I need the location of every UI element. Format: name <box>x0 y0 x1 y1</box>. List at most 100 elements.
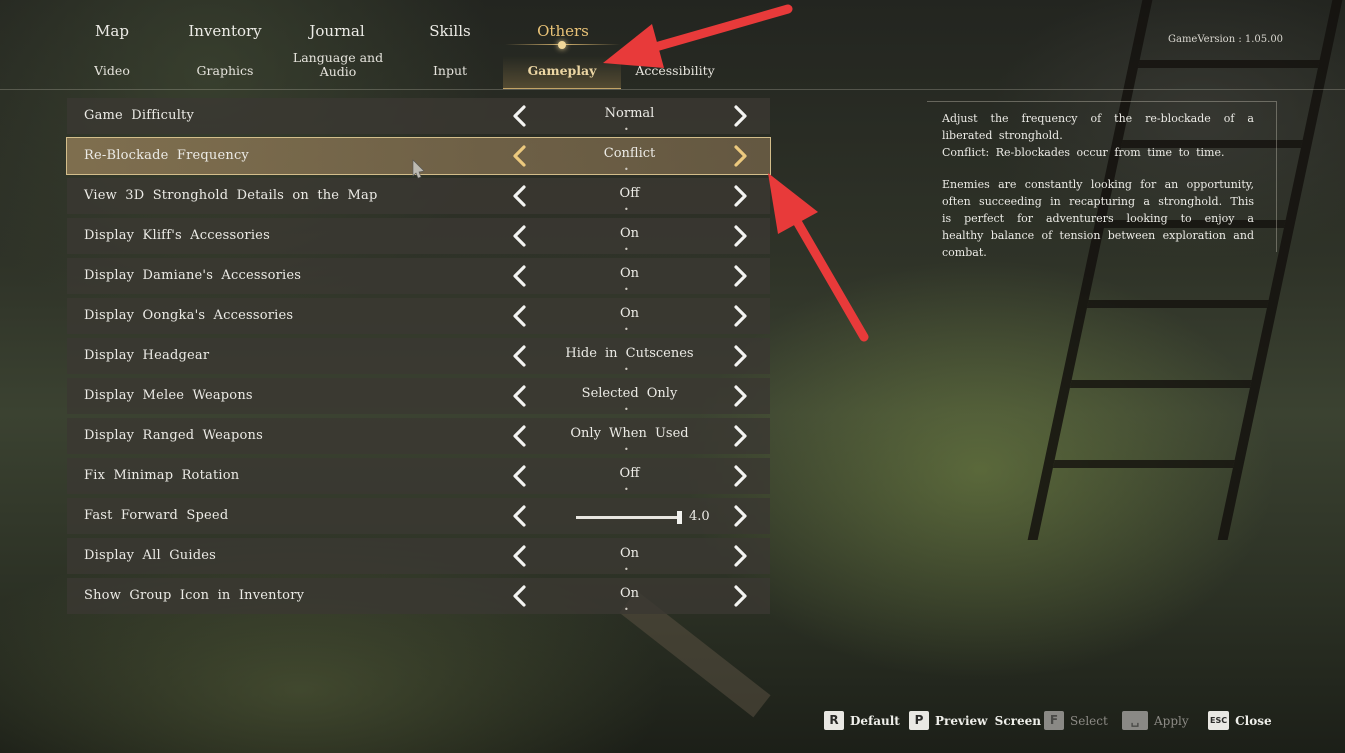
chevron-right-icon[interactable] <box>727 463 753 489</box>
setting-row[interactable]: Display Kliff's Accessories On • <box>67 218 770 254</box>
tab-map[interactable]: Map <box>57 22 167 40</box>
slider-value: 4.0 <box>689 509 710 524</box>
setting-label: Display Melee Weapons <box>84 388 253 403</box>
description-text: Adjust the frequency of the re-blockade … <box>942 111 1254 261</box>
chevron-left-icon[interactable] <box>507 583 533 609</box>
chevron-left-icon[interactable] <box>507 463 533 489</box>
game-version: GameVersion : 1.05.00 <box>1168 34 1284 45</box>
tab-journal[interactable]: Journal <box>282 22 392 40</box>
setting-value: On <box>619 306 640 321</box>
setting-value: Off <box>619 186 640 201</box>
subtab-language-audio[interactable]: Language and Audio <box>283 51 393 79</box>
setting-row[interactable]: Display Damiane's Accessories On • <box>67 258 770 294</box>
top-navigation: Map Inventory Journal Skills Others Vide… <box>0 0 1345 90</box>
tab-inventory[interactable]: Inventory <box>170 22 280 40</box>
setting-row[interactable]: View 3D Stronghold Details on the Map Off… <box>67 178 770 214</box>
subtab-input[interactable]: Input <box>395 64 505 78</box>
chevron-left-icon[interactable] <box>507 423 533 449</box>
setting-row[interactable]: Display Ranged Weapons Only When Used • <box>67 418 770 454</box>
preview-screen-hint[interactable]: P Preview Screen <box>909 711 1041 730</box>
option-indicator: • <box>624 405 630 414</box>
setting-label: Game Difficulty <box>84 108 195 123</box>
nav-divider <box>0 89 1345 90</box>
fast-forward-slider[interactable] <box>576 511 682 524</box>
description-detail: Enemies are constantly looking for an op… <box>942 178 1254 259</box>
chevron-right-icon[interactable] <box>727 303 753 329</box>
select-label: Select <box>1070 713 1108 728</box>
subtab-gameplay[interactable]: Gameplay <box>507 64 617 78</box>
select-hint[interactable]: F Select <box>1044 711 1108 730</box>
chevron-left-icon[interactable] <box>507 303 533 329</box>
setting-row[interactable]: Display All Guides On • <box>67 538 770 574</box>
setting-row[interactable]: Show Group Icon in Inventory On • <box>67 578 770 614</box>
option-indicator: • <box>624 365 630 374</box>
setting-label: Display Oongka's Accessories <box>84 308 294 323</box>
chevron-right-icon[interactable] <box>727 543 753 569</box>
chevron-left-icon[interactable] <box>507 183 533 209</box>
default-label: Default <box>850 713 900 728</box>
key-p: P <box>909 711 929 730</box>
setting-value: Conflict <box>603 146 656 161</box>
option-indicator: • <box>624 485 630 494</box>
setting-label: Display Damiane's Accessories <box>84 268 302 283</box>
setting-row[interactable]: Display Oongka's Accessories On • <box>67 298 770 334</box>
setting-row[interactable]: Display Headgear Hide in Cutscenes • <box>67 338 770 374</box>
default-hint[interactable]: R Default <box>824 711 900 730</box>
setting-label: Show Group Icon in Inventory <box>84 588 305 603</box>
chevron-right-icon[interactable] <box>727 343 753 369</box>
option-indicator: • <box>624 165 630 174</box>
apply-hint[interactable]: ␣ Apply <box>1122 711 1189 730</box>
chevron-right-icon[interactable] <box>727 143 753 169</box>
chevron-right-icon[interactable] <box>727 423 753 449</box>
chevron-left-icon[interactable] <box>507 143 533 169</box>
setting-value: Normal <box>604 106 655 121</box>
option-indicator: • <box>624 605 630 614</box>
setting-value: Selected Only <box>581 386 678 401</box>
chevron-left-icon[interactable] <box>507 383 533 409</box>
chevron-left-icon[interactable] <box>507 343 533 369</box>
tab-others[interactable]: Others <box>508 22 618 40</box>
chevron-right-icon[interactable] <box>727 583 753 609</box>
setting-label: View 3D Stronghold Details on the Map <box>84 188 378 203</box>
chevron-left-icon[interactable] <box>507 223 533 249</box>
option-indicator: • <box>624 565 630 574</box>
subtab-video[interactable]: Video <box>57 64 167 78</box>
setting-value: On <box>619 266 640 281</box>
chevron-right-icon[interactable] <box>727 263 753 289</box>
close-hint[interactable]: ESC Close <box>1208 711 1272 730</box>
chevron-left-icon[interactable] <box>507 263 533 289</box>
tab-skills[interactable]: Skills <box>395 22 505 40</box>
chevron-left-icon[interactable] <box>507 503 533 529</box>
subtab-graphics[interactable]: Graphics <box>170 64 280 78</box>
settings-list: Game Difficulty Normal • Re-Blockade Freque… <box>66 98 771 618</box>
chevron-right-icon[interactable] <box>727 503 753 529</box>
description-current-option: Conflict: Re-blockades occur from time t… <box>942 145 1225 159</box>
setting-label: Display All Guides <box>84 548 216 563</box>
apply-label: Apply <box>1154 713 1189 728</box>
description-panel: Adjust the frequency of the re-blockade … <box>927 101 1277 259</box>
setting-label: Display Ranged Weapons <box>84 428 263 443</box>
setting-value: On <box>619 586 640 601</box>
chevron-right-icon[interactable] <box>727 183 753 209</box>
setting-label: Fix Minimap Rotation <box>84 468 240 483</box>
preview-screen-label: Preview Screen <box>935 713 1041 728</box>
chevron-right-icon[interactable] <box>727 103 753 129</box>
description-summary: Adjust the frequency of the re-blockade … <box>942 112 1254 142</box>
setting-value: On <box>619 546 640 561</box>
setting-row[interactable]: Display Melee Weapons Selected Only • <box>67 378 770 414</box>
key-r: R <box>824 711 844 730</box>
setting-row[interactable]: Game Difficulty Normal • <box>67 98 770 134</box>
setting-row[interactable]: Re-Blockade Frequency Conflict • <box>66 137 771 175</box>
setting-label: Re-Blockade Frequency <box>84 148 249 163</box>
option-indicator: • <box>624 285 630 294</box>
chevron-left-icon[interactable] <box>507 543 533 569</box>
chevron-right-icon[interactable] <box>727 223 753 249</box>
spacebar-key-icon: ␣ <box>1122 711 1148 730</box>
chevron-left-icon[interactable] <box>507 103 533 129</box>
setting-row[interactable]: Fix Minimap Rotation Off • <box>67 458 770 494</box>
subtab-accessibility[interactable]: Accessibility <box>620 64 730 78</box>
slider-thumb[interactable] <box>677 511 682 524</box>
setting-label: Fast Forward Speed <box>84 508 229 523</box>
setting-row[interactable]: Fast Forward Speed 4.0 <box>67 498 770 534</box>
chevron-right-icon[interactable] <box>727 383 753 409</box>
